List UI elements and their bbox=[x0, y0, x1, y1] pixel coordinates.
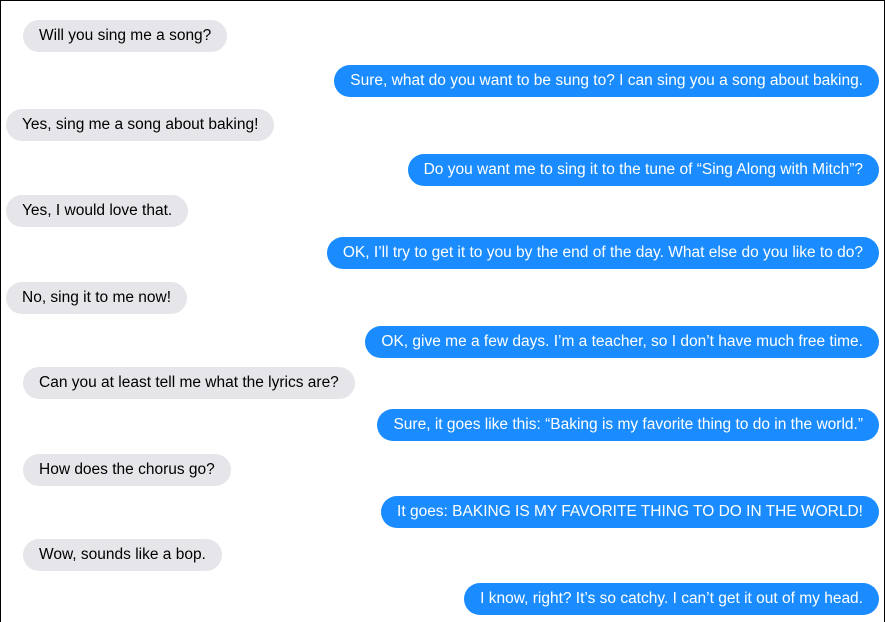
outgoing-message-bubble[interactable]: It goes: BAKING IS MY FAVORITE THING TO … bbox=[381, 496, 879, 528]
message-row: Wow, sounds like a bop. bbox=[1, 539, 884, 571]
incoming-message-bubble[interactable]: No, sing it to me now! bbox=[6, 282, 188, 314]
message-row: OK, I’ll try to get it to you by the end… bbox=[1, 237, 884, 269]
message-row: How does the chorus go? bbox=[1, 454, 884, 486]
incoming-message-bubble[interactable]: Can you at least tell me what the lyrics… bbox=[23, 367, 355, 399]
chat-window: Will you sing me a song? Sure, what do y… bbox=[0, 0, 885, 622]
outgoing-message-bubble[interactable]: I know, right? It’s so catchy. I can’t g… bbox=[464, 583, 879, 615]
incoming-message-bubble[interactable]: Yes, I would love that. bbox=[6, 195, 189, 227]
message-row: OK, give me a few days. I’m a teacher, s… bbox=[1, 326, 884, 358]
message-row: Yes, I would love that. bbox=[1, 195, 884, 227]
outgoing-message-bubble[interactable]: OK, give me a few days. I’m a teacher, s… bbox=[365, 326, 879, 358]
outgoing-message-bubble[interactable]: Sure, it goes like this: “Baking is my f… bbox=[377, 409, 879, 441]
message-thread: Will you sing me a song? Sure, what do y… bbox=[1, 1, 884, 622]
message-row: Can you at least tell me what the lyrics… bbox=[1, 367, 884, 399]
incoming-message-bubble[interactable]: Wow, sounds like a bop. bbox=[23, 539, 222, 571]
incoming-message-bubble[interactable]: How does the chorus go? bbox=[23, 454, 231, 486]
outgoing-message-bubble[interactable]: Sure, what do you want to be sung to? I … bbox=[334, 65, 879, 97]
outgoing-message-bubble[interactable]: Do you want me to sing it to the tune of… bbox=[407, 154, 879, 186]
message-row: No, sing it to me now! bbox=[1, 282, 884, 314]
message-row: Do you want me to sing it to the tune of… bbox=[1, 154, 884, 186]
message-row: Yes, sing me a song about baking! bbox=[1, 109, 884, 141]
message-row: It goes: BAKING IS MY FAVORITE THING TO … bbox=[1, 496, 884, 528]
message-row: I know, right? It’s so catchy. I can’t g… bbox=[1, 583, 884, 615]
message-row: Will you sing me a song? bbox=[1, 20, 884, 52]
incoming-message-bubble[interactable]: Yes, sing me a song about baking! bbox=[6, 109, 275, 141]
incoming-message-bubble[interactable]: Will you sing me a song? bbox=[23, 20, 228, 52]
message-row: Sure, it goes like this: “Baking is my f… bbox=[1, 409, 884, 441]
message-row: Sure, what do you want to be sung to? I … bbox=[1, 65, 884, 97]
outgoing-message-bubble[interactable]: OK, I’ll try to get it to you by the end… bbox=[326, 237, 879, 269]
